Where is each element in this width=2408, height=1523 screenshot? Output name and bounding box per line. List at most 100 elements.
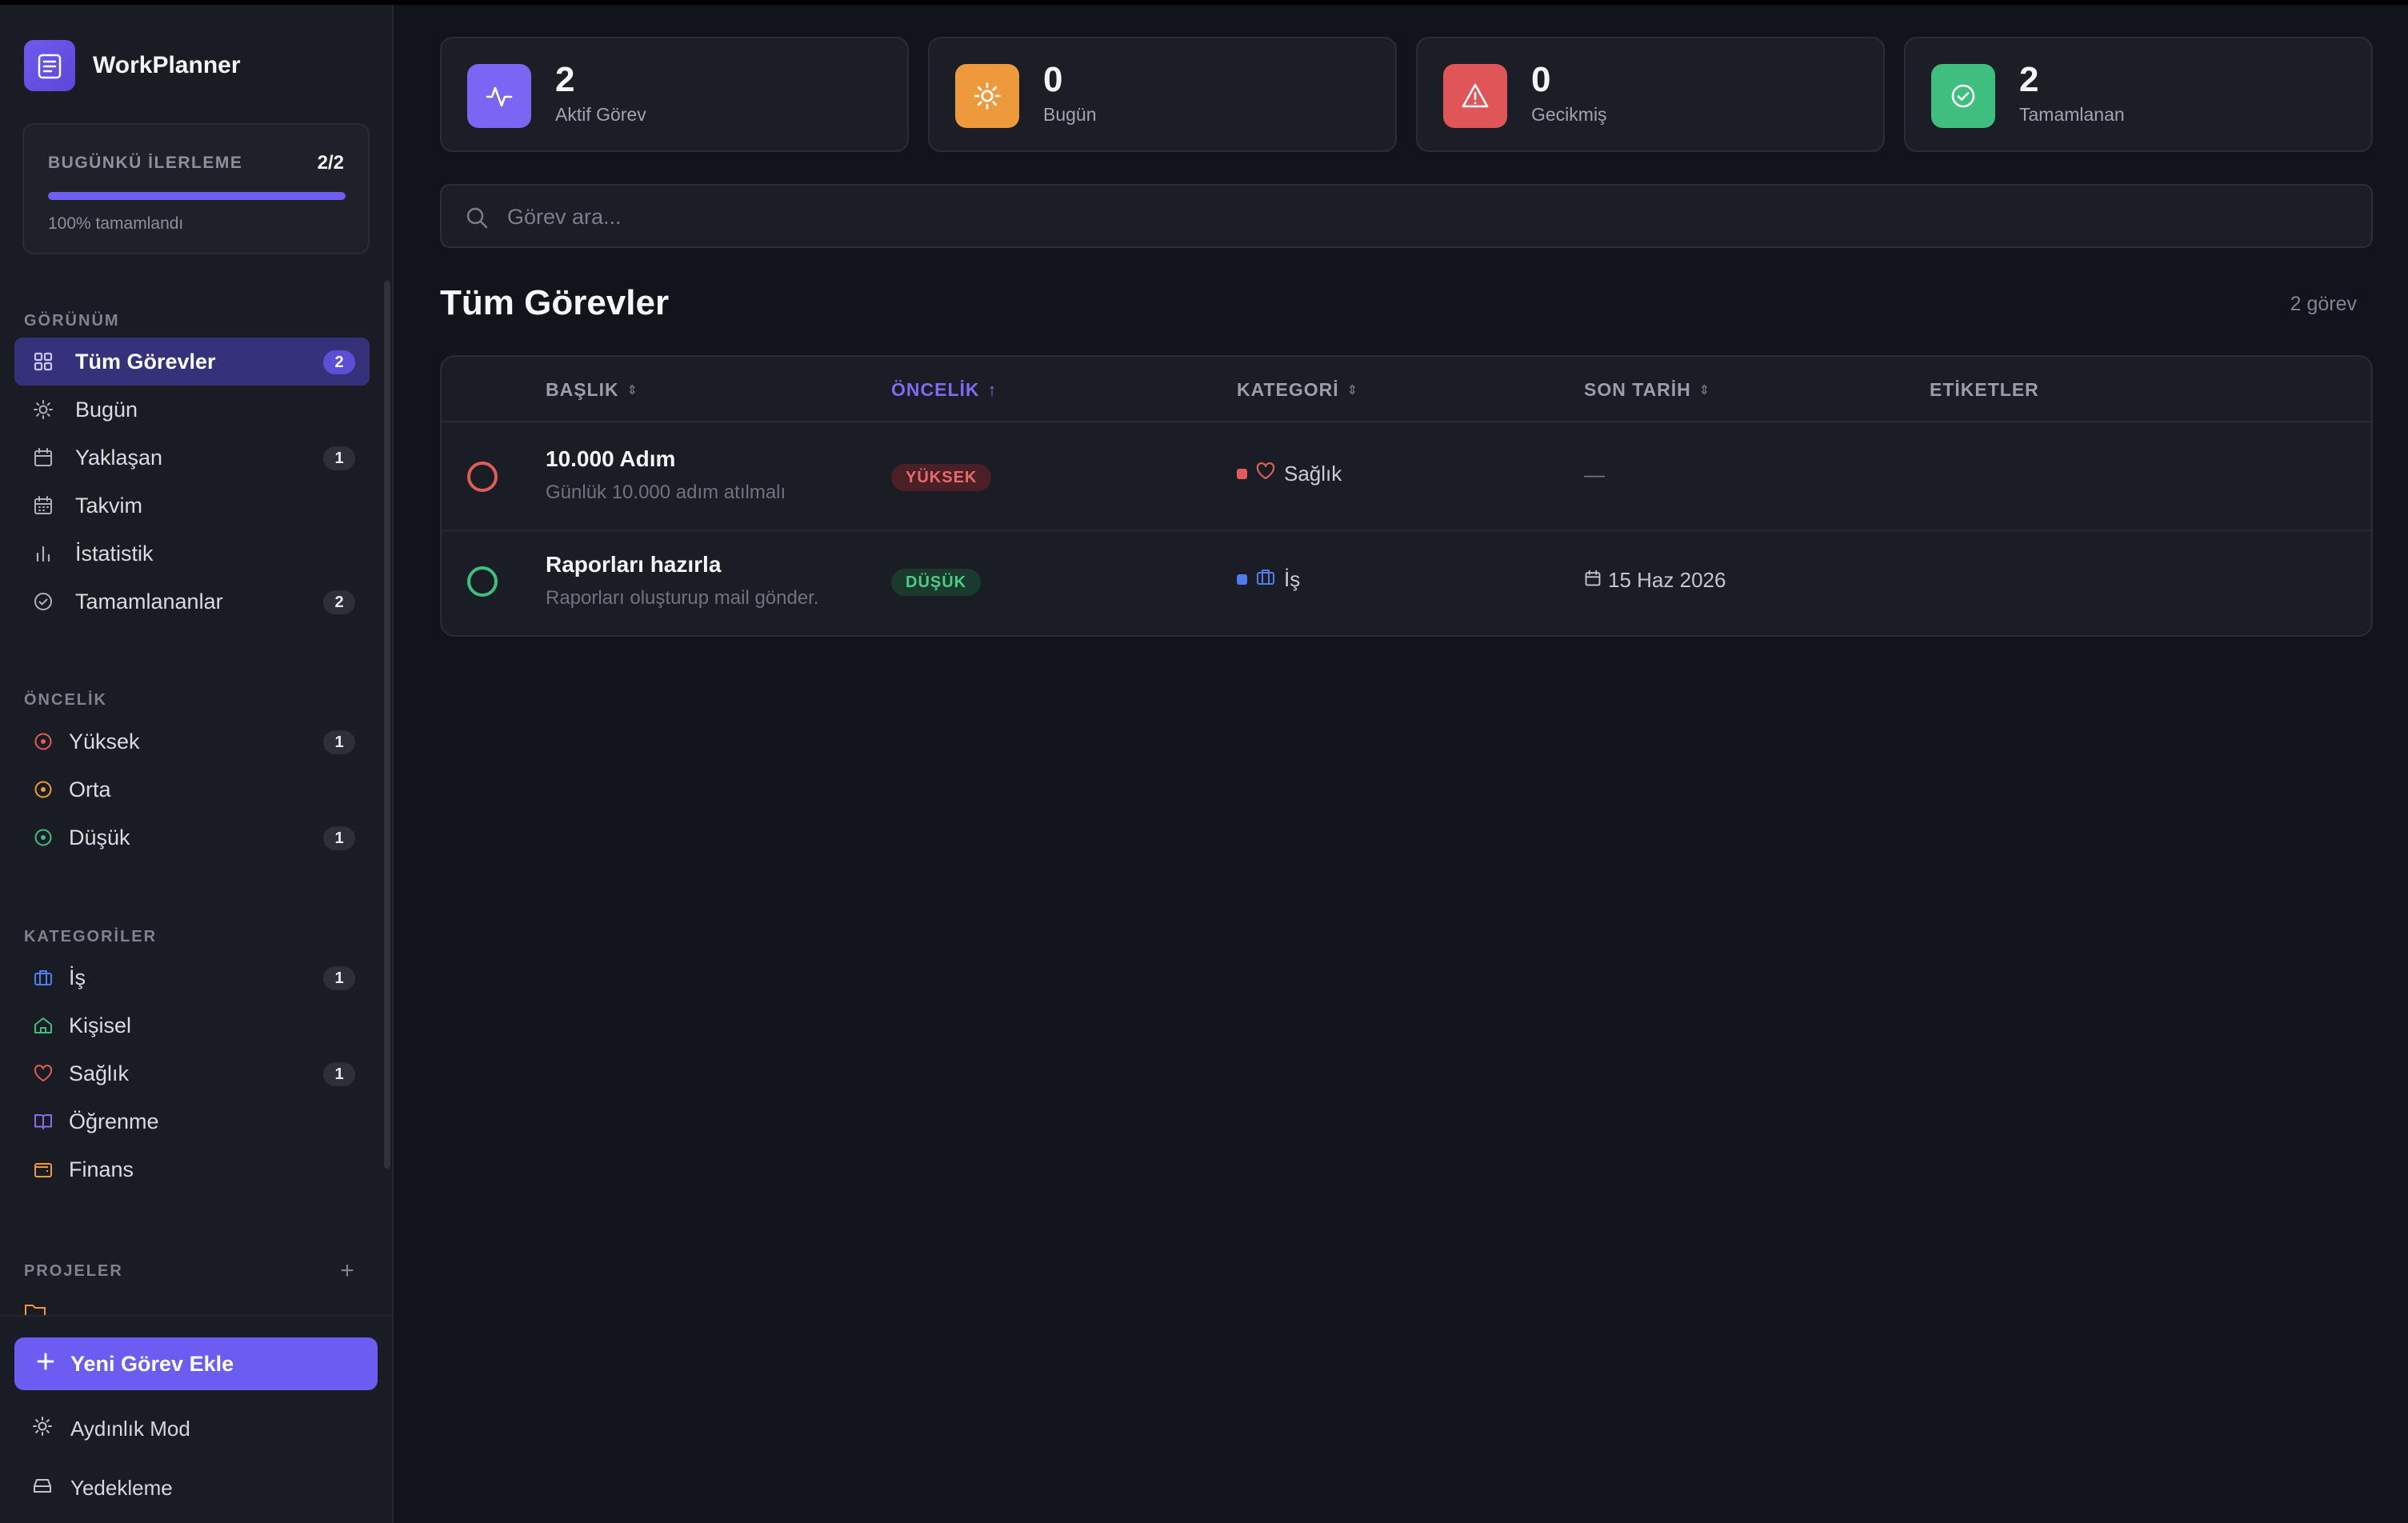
brand[interactable]: WorkPlanner [24, 40, 241, 91]
sidebar-item-label: Takvim [75, 493, 143, 518]
briefcase-icon [30, 965, 56, 990]
light-mode-label: Aydınlık Mod [70, 1416, 190, 1441]
complete-task-checkbox[interactable] [467, 566, 498, 597]
app-name: WorkPlanner [93, 52, 241, 78]
priority-low-icon [30, 825, 56, 850]
stat-card-completed[interactable]: 2 Tamamlanan [1904, 37, 2373, 152]
count-badge: 1 [323, 446, 355, 470]
heart-icon [30, 1061, 56, 1086]
sun-icon [955, 64, 1019, 128]
add-task-button[interactable]: Yeni Görev Ekle [14, 1337, 378, 1390]
folder-icon [25, 1305, 46, 1317]
table-row[interactable]: 10.000 Adım Günlük 10.000 adım atılmalı … [442, 422, 2371, 530]
sidebar-item-category-work[interactable]: İş 1 [14, 953, 370, 1001]
section-label-priority: ÖNCELİK [24, 691, 107, 709]
sidebar-item-today[interactable]: Bugün [14, 386, 370, 434]
sort-ascending-icon: ↑ [987, 379, 998, 400]
count-badge: 1 [323, 1062, 355, 1086]
count-badge: 1 [323, 730, 355, 754]
sun-icon [30, 397, 56, 422]
activity-icon [467, 64, 531, 128]
table-row[interactable]: Raporları hazırla Raporları oluşturup ma… [442, 531, 2371, 635]
complete-task-checkbox[interactable] [467, 462, 498, 492]
priority-badge: YÜKSEK [891, 464, 992, 491]
check-circle-icon [30, 589, 56, 614]
sidebar-item-category-personal[interactable]: Kişisel [14, 1001, 370, 1049]
due-date: 15 Haz 2026 [1608, 568, 1726, 592]
stat-value: 0 [1531, 60, 1551, 99]
calendar-icon [1584, 568, 1602, 593]
stat-value: 0 [1043, 60, 1063, 99]
backup-button[interactable]: Yedekleme [32, 1472, 173, 1504]
stat-label: Gecikmiş [1531, 104, 1607, 125]
sidebar-item-completed[interactable]: Tamamlananlar 2 [14, 578, 370, 626]
bar-chart-icon [30, 541, 56, 566]
wallet-icon [30, 1157, 56, 1182]
priority-badge: DÜŞÜK [891, 569, 982, 596]
sidebar-item-calendar[interactable]: Takvim [14, 482, 370, 530]
column-header-due-date[interactable]: SON TARİH ⇕ [1584, 379, 1710, 401]
stat-card-overdue[interactable]: 0 Gecikmiş [1416, 37, 1885, 152]
count-badge: 1 [323, 966, 355, 990]
sidebar-item-category-finance[interactable]: Finans [14, 1145, 370, 1193]
column-label: ETİKETLER [1930, 379, 2039, 400]
stat-value: 2 [555, 60, 575, 99]
plus-icon [35, 1351, 56, 1377]
sidebar-item-priority-high[interactable]: Yüksek 1 [14, 718, 370, 765]
sidebar-item-upcoming[interactable]: Yaklaşan 1 [14, 434, 370, 482]
count-badge: 2 [323, 590, 355, 614]
count-badge: 1 [323, 826, 355, 850]
stat-card-today[interactable]: 0 Bugün [928, 37, 1397, 152]
add-project-button[interactable]: + [334, 1258, 360, 1284]
sidebar-item-category-health[interactable]: Sağlık 1 [14, 1049, 370, 1097]
sidebar-item-label: Yaklaşan [75, 445, 163, 470]
calendar-grid-icon [30, 493, 56, 518]
sidebar-item-label: Bugün [75, 397, 138, 422]
progress-bar [48, 192, 346, 200]
sidebar-item-all-tasks[interactable]: Tüm Görevler 2 [14, 338, 370, 386]
search-input[interactable] [507, 198, 2347, 235]
sidebar: WorkPlanner BUGÜNKÜ İLERLEME 2/2 100% ta… [0, 5, 394, 1523]
sidebar-item-label: Finans [69, 1157, 134, 1181]
sort-icon: ⇕ [626, 383, 639, 398]
page-title: Tüm Görevler [440, 283, 670, 322]
sidebar-item-priority-medium[interactable]: Orta [14, 765, 370, 813]
sort-icon: ⇕ [1698, 383, 1711, 398]
column-header-title[interactable]: BAŞLIK ⇕ [546, 379, 638, 401]
priority-medium-icon [30, 777, 56, 802]
hard-drive-icon [32, 1475, 53, 1501]
progress-count: 2/2 [317, 152, 344, 174]
category-color-dot [1237, 469, 1247, 479]
sidebar-scrollbar[interactable] [384, 281, 390, 1169]
due-date: — [1584, 462, 1605, 486]
briefcase-icon [1255, 566, 1276, 593]
column-header-priority[interactable]: ÖNCELİK ↑ [891, 379, 998, 401]
progress-bar-fill [48, 192, 346, 200]
category-label: Sağlık [1284, 462, 1342, 486]
sidebar-item-label: Kişisel [69, 1013, 132, 1037]
add-task-label: Yeni Görev Ekle [70, 1351, 234, 1376]
sidebar-item-statistics[interactable]: İstatistik [14, 530, 370, 578]
sidebar-item-label: Öğrenme [69, 1109, 159, 1133]
stat-value: 2 [2019, 60, 2039, 99]
app-logo-icon [24, 40, 75, 91]
project-list-peek[interactable] [24, 1301, 368, 1317]
section-label-projects: PROJELER [24, 1262, 123, 1280]
task-count: 2 görev [2290, 293, 2357, 315]
sidebar-footer: Yeni Görev Ekle Aydınlık Mod Yedekleme [0, 1315, 392, 1523]
category-color-dot [1237, 574, 1247, 585]
stat-card-active[interactable]: 2 Aktif Görev [440, 37, 909, 152]
light-mode-toggle[interactable]: Aydınlık Mod [32, 1413, 190, 1445]
backup-label: Yedekleme [70, 1475, 173, 1500]
sidebar-item-category-learning[interactable]: Öğrenme [14, 1097, 370, 1145]
sidebar-item-label: İş [69, 965, 86, 989]
sidebar-item-priority-low[interactable]: Düşük 1 [14, 813, 370, 861]
section-label-view: GÖRÜNÜM [24, 312, 120, 330]
progress-title: BUGÜNKÜ İLERLEME [48, 154, 243, 172]
column-header-category[interactable]: KATEGORİ ⇕ [1237, 379, 1358, 401]
sidebar-item-label: Tüm Görevler [75, 349, 216, 374]
progress-subtitle: 100% tamamlandı [48, 214, 184, 233]
column-label: BAŞLIK [546, 379, 619, 400]
sidebar-item-label: Orta [69, 777, 111, 801]
column-label: SON TARİH [1584, 379, 1691, 400]
